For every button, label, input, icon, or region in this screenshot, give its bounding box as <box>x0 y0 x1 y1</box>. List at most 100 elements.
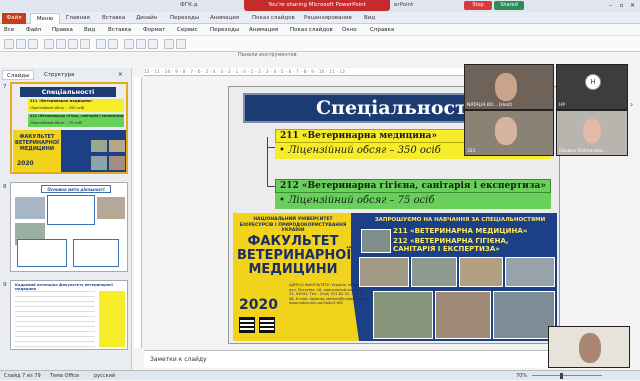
redo-icon[interactable] <box>108 39 118 49</box>
classic-menu-bar: Все Файл Правка Вид Вставка Формат Серви… <box>0 24 640 36</box>
close-icon[interactable]: ✕ <box>628 1 637 10</box>
specialty-212-quota[interactable]: • Ліцензійний обсяг – 75 осіб <box>275 193 551 209</box>
poster-photo <box>411 257 457 287</box>
poster-photo <box>361 229 391 253</box>
video-tile-hp[interactable]: H HP <box>556 64 628 110</box>
video-tile-321[interactable]: 321 <box>464 110 554 156</box>
video-tile-host[interactable]: NATALIA KO... (Host) <box>464 64 554 110</box>
minimize-icon[interactable]: – <box>606 1 615 10</box>
tab-animation[interactable]: Анимация <box>210 12 239 24</box>
shared-button[interactable]: Shared <box>494 1 524 10</box>
thumb-line: 211 «Ветеринарна медицина» <box>28 99 124 106</box>
menu-tools[interactable]: Сервис <box>177 24 198 36</box>
copy-icon[interactable] <box>68 39 78 49</box>
chart-icon[interactable] <box>136 39 146 49</box>
qr-code-icon <box>259 317 275 333</box>
tab-file[interactable]: Файл <box>2 13 26 24</box>
slide-thumbnail-9[interactable]: Кадровий потенціал факультету ветеринарн… <box>10 280 128 350</box>
participant-face <box>583 119 601 143</box>
participant-name: 321 <box>467 149 476 154</box>
menu-all[interactable]: Все <box>4 24 14 36</box>
stop-share-button[interactable]: Stop <box>464 1 492 10</box>
table-icon[interactable] <box>124 39 134 49</box>
thumb-title: Кадровий потенціал факультету ветеринарн… <box>15 283 113 291</box>
slide-thumbnail-8[interactable]: Основна мета діяльності <box>10 182 128 272</box>
poster-invite: ЗАПРОШУЄМО НА НАВЧАННЯ ЗА СПЕЦІАЛЬНОСТЯМ… <box>374 217 546 223</box>
thumb-line: Ліцензійний обсяг – 75 осіб <box>28 121 124 127</box>
paste-icon[interactable] <box>80 39 90 49</box>
ribbon-tabs: Главная Вставка Дизайн Переходы Анимация… <box>0 12 640 24</box>
share-banner[interactable]: You're sharing Microsoft PowerPoint <box>244 0 390 11</box>
connector-line <box>267 147 275 148</box>
participant-face <box>495 73 517 101</box>
menu-view[interactable]: Вид <box>84 24 95 36</box>
help-icon[interactable] <box>176 39 186 49</box>
tab-home[interactable]: Главная <box>66 12 90 24</box>
zoom-slider-handle[interactable] <box>560 373 563 379</box>
tab-design[interactable]: Дизайн <box>136 12 157 24</box>
tab-view[interactable]: Вид <box>364 12 375 24</box>
participant-face <box>495 117 517 145</box>
faculty-poster[interactable]: НАЦІОНАЛЬНИЙ УНІВЕРСИТЕТ БІОРЕСУРСІВ І П… <box>233 213 557 341</box>
tab-slideshow[interactable]: Показ слайдов <box>252 12 295 24</box>
tab-insert[interactable]: Вставка <box>102 12 125 24</box>
menu-insert[interactable]: Вставка <box>108 24 131 36</box>
horizontal-ruler: 12 · 11 · 10 · 9 · 8 · 7 · 6 · 5 · 4 · 3… <box>144 68 470 76</box>
save-icon[interactable] <box>28 39 38 49</box>
participant-face <box>579 333 601 363</box>
new-icon[interactable] <box>4 39 14 49</box>
participant-name: Oksana Vishnevska... <box>559 149 607 154</box>
thumb-poster: ФАКУЛЬТЕТ ВЕТЕРИНАРНОЇ МЕДИЦИНИ 2020 <box>13 130 126 172</box>
menu-file[interactable]: Файл <box>26 24 41 36</box>
menu-help[interactable]: Справка <box>370 24 394 36</box>
print-icon[interactable] <box>44 39 54 49</box>
slide-number: 9 <box>3 282 7 288</box>
tab-slides[interactable]: Слайды <box>2 70 35 80</box>
poster-photo <box>459 257 503 287</box>
poster-year: 2020 <box>239 297 278 313</box>
menu-edit[interactable]: Правка <box>52 24 73 36</box>
poster-faculty: ФАКУЛЬТЕТ ВЕТЕРИНАРНОЇ МЕДИЦИНИ <box>237 234 352 277</box>
poster-photo <box>359 257 409 287</box>
video-tile-self[interactable] <box>548 326 630 368</box>
specialty-212-title[interactable]: 212 «Ветеринарна гігієна, санітарія і ек… <box>275 179 551 193</box>
menu-format[interactable]: Формат <box>143 24 165 36</box>
poster-spec-212: 212 «ВЕТЕРИНАРНА ГІГІЄНА, САНІТАРІЯ І ЕК… <box>393 237 509 253</box>
connector-line <box>267 137 268 187</box>
slide-notes[interactable]: Заметки к слайду <box>144 350 550 368</box>
menu-slideshow[interactable]: Показ слайдов <box>290 24 333 36</box>
avatar: H <box>585 74 601 90</box>
qr-code-icon <box>239 317 255 333</box>
window-title-suffix: erPoint <box>394 2 414 8</box>
poster-photo <box>493 291 555 339</box>
menu-window[interactable]: Окно <box>342 24 357 36</box>
poster-photo <box>435 291 491 339</box>
thumb-poster-photos <box>61 130 126 172</box>
cut-icon[interactable] <box>56 39 66 49</box>
thumb-sidebar <box>99 291 125 347</box>
menu-animation[interactable]: Анимация <box>249 24 278 36</box>
thumb-line: 212 «Ветеринарна гігієна, санітарія і ек… <box>28 114 124 121</box>
menu-transitions[interactable]: Переходы <box>210 24 239 36</box>
slide-thumbnail-7[interactable]: Спеціальності 211 «Ветеринарна медицина»… <box>10 82 128 174</box>
picture-icon[interactable] <box>148 39 158 49</box>
open-icon[interactable] <box>16 39 26 49</box>
vertical-ruler <box>134 78 142 348</box>
video-tile-oksana[interactable]: Oksana Vishnevska... <box>556 110 628 156</box>
toolbars-label: Панели инструментов <box>238 52 297 58</box>
poster-photo <box>505 257 555 287</box>
tab-outline[interactable]: Структура <box>40 70 78 80</box>
close-panel-icon[interactable]: ✕ <box>118 70 123 80</box>
thumb-poster-year: 2020 <box>17 160 34 167</box>
thumb-table <box>15 291 95 347</box>
tab-transitions[interactable]: Переходы <box>170 12 199 24</box>
maximize-icon[interactable]: ▫ <box>617 1 626 10</box>
tab-review[interactable]: Рецензирование <box>304 12 352 24</box>
chevron-right-icon[interactable]: › <box>630 100 638 112</box>
status-bar: Слайд 7 из 79 Тема Office русский 70% <box>0 370 640 380</box>
zoom-icon[interactable] <box>164 39 174 49</box>
participant-name: NATALIA KO... (Host) <box>467 103 513 108</box>
connector-line <box>267 186 275 187</box>
undo-icon[interactable] <box>96 39 106 49</box>
zoom-slider[interactable] <box>532 375 602 376</box>
